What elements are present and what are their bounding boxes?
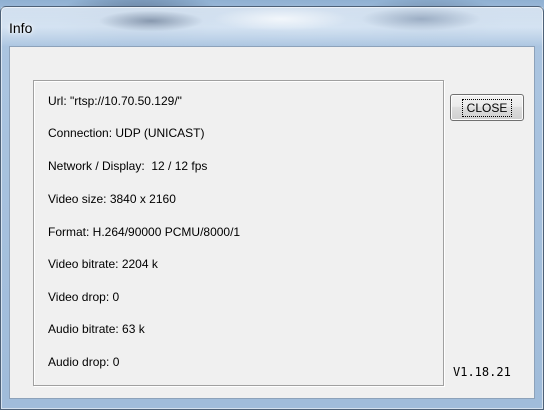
dialog-client-area: Url: "rtsp://10.70.50.129/" Connection: … (9, 46, 535, 399)
connection-text: Connection: UDP (UNICAST) (48, 126, 205, 140)
close-button[interactable]: CLOSE (450, 94, 524, 121)
video-size-text: Video size: 3840 x 2160 (48, 192, 176, 206)
close-button-label: CLOSE (461, 98, 513, 117)
audio-drop-text: Audio drop: 0 (48, 355, 120, 369)
audio-bitrate-text: Audio bitrate: 63 k (48, 322, 145, 336)
title-bar[interactable]: Info (1, 7, 543, 47)
window-title: Info (9, 20, 33, 36)
network-display-text: Network / Display: 12 / 12 fps (48, 159, 208, 173)
format-text: Format: H.264/90000 PCMU/8000/1 (48, 225, 241, 239)
info-dialog: Info Url: "rtsp://10.70.50.129/" Connect… (0, 6, 544, 410)
version-label: V1.18.21 (453, 365, 511, 379)
video-bitrate-text: Video bitrate: 2204 k (48, 257, 158, 271)
url-text: Url: "rtsp://10.70.50.129/" (48, 94, 182, 108)
video-drop-text: Video drop: 0 (48, 290, 120, 304)
